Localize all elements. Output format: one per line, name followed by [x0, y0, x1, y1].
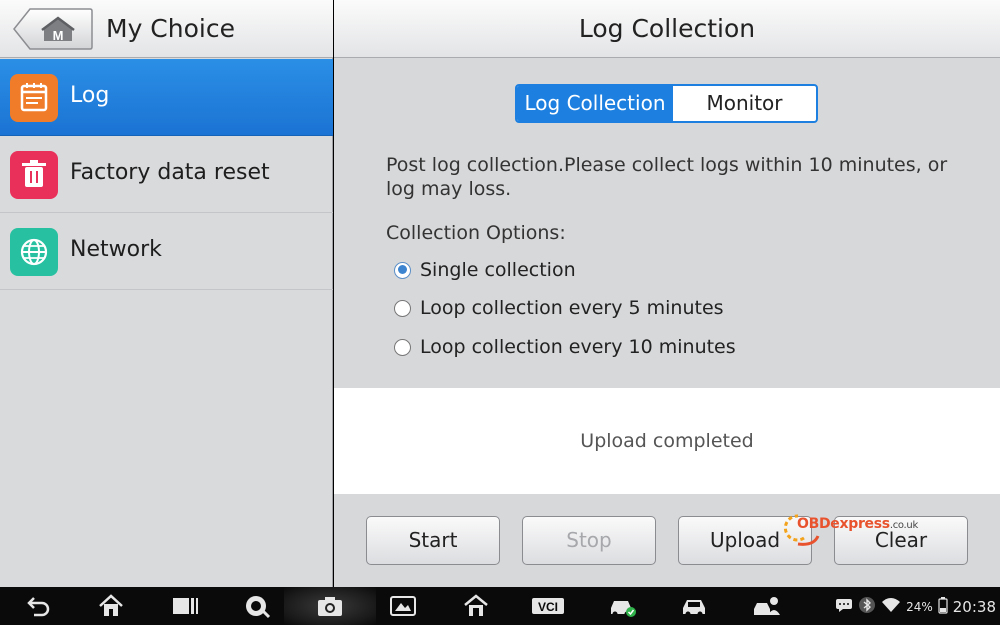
- home-button[interactable]: M: [12, 7, 94, 51]
- start-button[interactable]: Start: [366, 516, 500, 565]
- back-icon[interactable]: [25, 593, 53, 619]
- clock: 20:38: [952, 598, 996, 616]
- battery-percent: 24%: [906, 600, 933, 614]
- radio-button-checked[interactable]: [394, 261, 411, 279]
- tab-log-collection[interactable]: Log Collection: [517, 86, 673, 121]
- car-icon[interactable]: [680, 593, 708, 619]
- left-header: M My Choice: [0, 0, 333, 58]
- option-label: Loop collection every 10 minutes: [420, 336, 736, 358]
- chat-icon: [835, 597, 853, 617]
- sidebar-item-network[interactable]: Network: [0, 213, 333, 290]
- bluetooth-icon: [858, 596, 876, 618]
- main-panel: Log Collection Log Collection Monitor Po…: [334, 0, 1000, 587]
- options-title: Collection Options:: [386, 222, 566, 244]
- trash-icon: [10, 151, 58, 199]
- screen-icon[interactable]: [389, 593, 417, 619]
- radio-button[interactable]: [394, 338, 411, 356]
- sidebar-item-label: Factory data reset: [70, 160, 270, 185]
- battery-icon: [938, 596, 948, 618]
- log-icon: [10, 74, 58, 122]
- wifi-icon: [881, 597, 901, 617]
- system-tray: 24% 20:38: [835, 596, 996, 618]
- svg-text:M: M: [53, 28, 64, 43]
- option-label: Single collection: [420, 259, 576, 281]
- sidebar-item-label: Log: [70, 83, 110, 108]
- svg-text:VCI: VCI: [538, 600, 558, 614]
- watermark-text: OBDexpress.co.uk: [797, 516, 918, 532]
- stop-button[interactable]: Stop: [522, 516, 656, 565]
- option-single-collection[interactable]: Single collection: [394, 257, 576, 283]
- shop-icon[interactable]: [462, 593, 490, 619]
- left-panel: M My Choice Log Factory data reset Netwo…: [0, 0, 333, 587]
- sidebar-item-log[interactable]: Log: [0, 59, 333, 136]
- home-icon[interactable]: [97, 593, 125, 619]
- option-loop-5-minutes[interactable]: Loop collection every 5 minutes: [394, 295, 724, 321]
- option-loop-10-minutes[interactable]: Loop collection every 10 minutes: [394, 334, 736, 360]
- info-text: Post log collection.Please collect logs …: [386, 154, 948, 200]
- tab-monitor[interactable]: Monitor: [673, 86, 816, 121]
- radio-button[interactable]: [394, 299, 411, 317]
- left-panel-title: My Choice: [106, 14, 235, 43]
- tab-bar: Log Collection Monitor: [515, 84, 818, 123]
- recent-apps-icon[interactable]: [171, 593, 199, 619]
- page-title: Log Collection: [578, 14, 756, 43]
- sidebar-item-label: Network: [70, 237, 162, 262]
- home-icon: M: [13, 8, 93, 50]
- status-text: Upload completed: [580, 430, 754, 452]
- main-header: Log Collection: [334, 0, 1000, 58]
- car-service-icon[interactable]: [753, 593, 781, 619]
- globe-icon: [10, 228, 58, 276]
- sidebar-item-factory-reset[interactable]: Factory data reset: [0, 136, 333, 213]
- navigation-bar: VCI 24% 20:38: [0, 587, 1000, 625]
- vci-icon[interactable]: VCI: [531, 593, 565, 619]
- status-box: Upload completed: [334, 388, 1000, 494]
- car-check-icon[interactable]: [608, 593, 636, 619]
- browser-icon[interactable]: [243, 593, 271, 619]
- option-label: Loop collection every 5 minutes: [420, 297, 724, 319]
- camera-icon[interactable]: [316, 593, 344, 619]
